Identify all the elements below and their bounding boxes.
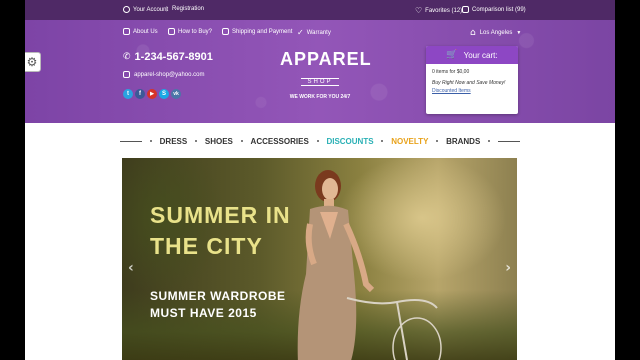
favorites-link[interactable]: ♡ Favorites (12)	[415, 6, 462, 15]
comparison-link[interactable]: Comparison list (99)	[462, 6, 526, 13]
skype-icon[interactable]: S	[159, 89, 169, 99]
email-text: apparel-shop@yahoo.com	[134, 71, 205, 78]
settings-gear-icon[interactable]: ⚙	[25, 52, 41, 72]
account-link[interactable]: Your Account	[123, 6, 168, 13]
menu-dot	[240, 140, 243, 142]
phone-icon: ✆	[123, 52, 131, 62]
cart-widget[interactable]: 🛒 Your cart: 0 items for $0,00 Buy Right…	[426, 46, 518, 114]
shipping-label: Shipping and Payment	[232, 28, 293, 35]
warranty-label: Warranty	[306, 29, 331, 36]
menu-dot	[195, 140, 198, 142]
cart-promo: Buy Right Now and Save Money!	[432, 80, 506, 86]
favorites-label: Favorites (12)	[425, 7, 463, 14]
site-logo[interactable]: APPAREL SHOP	[280, 49, 372, 88]
city-icon: ⌂	[470, 28, 476, 38]
phone-number[interactable]: ✆ 1-234-567-8901	[123, 51, 213, 63]
logo-sub: SHOP	[301, 78, 339, 86]
cart-title: Your cart:	[463, 50, 498, 60]
hero-bicycle-image	[346, 297, 442, 360]
truck-icon	[222, 28, 229, 35]
twitter-icon[interactable]: t	[123, 89, 133, 99]
menu-item-dress[interactable]: DRESS	[160, 137, 188, 146]
menu-divider	[497, 140, 520, 142]
nav-about[interactable]: About Us	[123, 28, 158, 35]
menu-dot	[488, 140, 491, 142]
next-arrow-icon[interactable]: ›	[505, 260, 511, 276]
hero-title-line1: SUMMER IN	[150, 202, 291, 228]
vk-icon[interactable]: vk	[171, 89, 181, 99]
about-label: About Us	[133, 28, 158, 35]
comparison-icon	[462, 6, 469, 13]
comparison-label: Comparison list (99)	[472, 6, 526, 13]
hero-title-line2: THE CITY	[150, 233, 263, 259]
heart-icon: ♡	[415, 6, 423, 15]
registration-link[interactable]: Registration	[172, 6, 204, 12]
nav-how-to-buy[interactable]: How to Buy?	[168, 28, 212, 35]
menu-dot	[149, 140, 152, 142]
menu-divider	[120, 140, 142, 142]
social-links: t f ▶ S vk	[123, 89, 181, 99]
hero-subtitle-line2: MUST HAVE 2015	[150, 306, 257, 320]
menu-item-novelty[interactable]: NOVELTY	[391, 137, 428, 146]
how-to-buy-label: How to Buy?	[178, 28, 213, 35]
chevron-down-icon: ▼	[516, 30, 522, 36]
page: Your Account | Registration ♡ Favorites …	[25, 0, 615, 360]
city-label: Los Angeles	[479, 30, 513, 36]
facebook-icon[interactable]: f	[135, 89, 145, 99]
phone-text: 1-234-567-8901	[134, 51, 213, 63]
menu-dot	[381, 140, 384, 142]
tagline: WE WORK FOR YOU 24/7	[289, 94, 351, 100]
hero-title: SUMMER IN THE CITY	[150, 200, 291, 262]
cart-body: 0 items for $0,00 Buy Right Now and Save…	[426, 64, 518, 99]
menu-item-accessories[interactable]: ACCESSORIES	[251, 137, 309, 146]
hero-subtitle-line1: SUMMER WARDROBE	[150, 289, 286, 303]
cart-items-text: 0 items for $0,00	[432, 69, 470, 75]
hero-subtitle: SUMMER WARDROBE MUST HAVE 2015	[150, 288, 286, 322]
nav-warranty[interactable]: ✓ Warranty	[297, 28, 331, 37]
menu-dot	[316, 140, 319, 142]
hero-slider[interactable]: SUMMER IN THE CITY SUMMER WARDROBE MUST …	[122, 158, 517, 360]
nav-shipping[interactable]: Shipping and Payment	[222, 28, 292, 35]
city-selector[interactable]: ⌂ Los Angeles ▼	[470, 28, 521, 38]
cart-icon: 🛒	[446, 50, 458, 60]
email-link[interactable]: apparel-shop@yahoo.com	[123, 71, 204, 78]
divider: |	[166, 6, 168, 12]
menu-item-shoes[interactable]: SHOES	[205, 137, 233, 146]
menu-dot	[436, 140, 439, 142]
logo-main: APPAREL	[280, 49, 372, 69]
mail-icon	[123, 71, 130, 78]
menu-item-brands[interactable]: BRANDS	[446, 137, 480, 146]
check-icon: ✓	[297, 28, 304, 37]
top-bar: Your Account | Registration ♡ Favorites …	[25, 0, 615, 20]
site-header: ⚙ About Us How to Buy? Shipping and Paym…	[25, 20, 615, 123]
prev-arrow-icon[interactable]: ‹	[128, 260, 134, 276]
about-icon	[123, 28, 130, 35]
discount-link[interactable]: Discounted Items	[432, 87, 512, 95]
cart-header[interactable]: 🛒 Your cart:	[426, 46, 518, 64]
account-label: Your Account	[133, 6, 169, 13]
main-menu: DRESS SHOES ACCESSORIES DISCOUNTS NOVELT…	[120, 134, 520, 148]
help-icon	[168, 28, 175, 35]
menu-item-discounts[interactable]: DISCOUNTS	[326, 137, 373, 146]
user-icon	[123, 6, 130, 13]
youtube-icon[interactable]: ▶	[147, 89, 157, 99]
